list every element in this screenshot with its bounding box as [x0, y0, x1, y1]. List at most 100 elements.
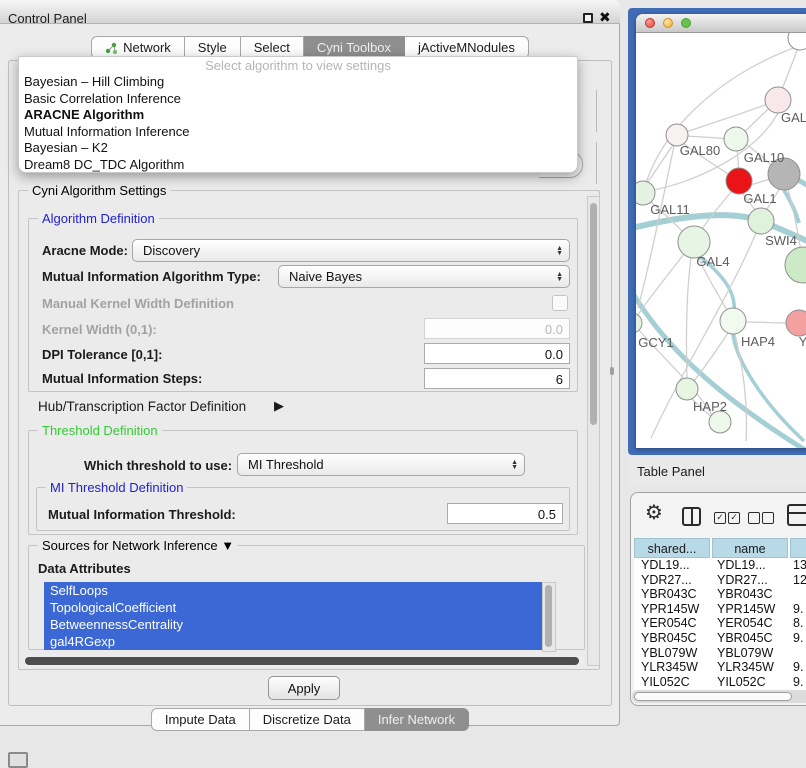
table-row[interactable]: YBR045CYBR045C9.: [634, 631, 806, 646]
network-node[interactable]: [676, 378, 698, 400]
table-cell: YBR043C: [710, 587, 786, 602]
bottom-tabbar: Impute Data Discretize Data Infer Networ…: [0, 708, 620, 731]
table-row[interactable]: YER054CYER054C8.: [634, 616, 806, 631]
node-label: GCY1: [638, 335, 673, 350]
close-icon[interactable]: ✖: [599, 9, 611, 26]
table-row[interactable]: YDL19...YDL19...13: [634, 558, 806, 573]
table-mode-icon[interactable]: [787, 504, 806, 526]
manual-kernel-checkbox[interactable]: [552, 295, 568, 311]
expand-arrow-icon[interactable]: ▶: [274, 398, 284, 414]
attributes-scrollbar-thumb[interactable]: [545, 585, 552, 647]
column-header-name[interactable]: name: [712, 538, 788, 558]
network-node[interactable]: [785, 247, 806, 283]
table-cell: YBL079W: [634, 646, 710, 661]
table-row[interactable]: YLR345WYLR345W9.: [634, 660, 806, 675]
mi-type-combo[interactable]: Naive Bayes ▲▼: [278, 265, 570, 288]
table-row[interactable]: YBL079WYBL079W: [634, 646, 806, 661]
columns-icon[interactable]: [682, 507, 701, 526]
network-node[interactable]: [786, 310, 806, 336]
algorithm-option[interactable]: Dream8 DC_TDC Algorithm: [19, 157, 577, 174]
tab-discretize-data[interactable]: Discretize Data: [250, 708, 365, 731]
zoom-traffic-light[interactable]: [681, 18, 691, 28]
network-node[interactable]: [724, 127, 748, 151]
settings-scrollbar[interactable]: [587, 196, 600, 666]
control-panel-titlebar: [0, 0, 620, 24]
data-attribute-item[interactable]: SelfLoops: [44, 582, 542, 599]
table-cell: 12: [786, 573, 806, 588]
network-view-frame: GALGAL80GAL10GAL11GAL1SWI4GAL4GCY1HAP4YH…: [628, 8, 806, 455]
settings-scrollbar-thumb[interactable]: [590, 203, 597, 425]
manual-kernel-label: Manual Kernel Width Definition: [42, 296, 234, 311]
table-row[interactable]: YPR145WYPR145W9.: [634, 602, 806, 617]
tab-infer-network[interactable]: Infer Network: [365, 708, 469, 731]
which-threshold-combo[interactable]: MI Threshold ▲▼: [237, 453, 525, 476]
column-header-shared-name[interactable]: shared...: [634, 538, 710, 558]
dpi-tolerance-label: DPI Tolerance [0,1]:: [42, 347, 162, 362]
settings-hscrollbar[interactable]: [22, 655, 584, 667]
combo-arrows-icon: ▲▼: [511, 460, 518, 470]
network-graph: GALGAL80GAL10GAL11GAL1SWI4GAL4GCY1HAP4YH…: [636, 33, 806, 448]
table-cell: 9.: [786, 675, 806, 690]
table-header-row: shared... name: [634, 538, 806, 558]
deselect-all-icon[interactable]: [748, 512, 760, 524]
select-all-icon[interactable]: ✓: [714, 512, 726, 524]
kernel-width-field[interactable]: 0.0: [424, 318, 570, 339]
network-node[interactable]: [788, 33, 806, 50]
data-attribute-item[interactable]: TopologicalCoefficient: [44, 599, 542, 616]
table-cell: YLR345W: [634, 660, 710, 675]
table-cell: 8.: [786, 616, 806, 631]
algorithm-option[interactable]: Bayesian – Hill Climbing: [19, 74, 577, 91]
float-window-icon[interactable]: [583, 13, 593, 23]
algorithm-option[interactable]: ARACNE Algorithm: [19, 107, 577, 124]
node-label: HAP4: [741, 334, 775, 349]
dpi-tolerance-field[interactable]: 0.0: [424, 343, 570, 364]
network-node[interactable]: [720, 308, 746, 334]
table-cell: YLR345W: [710, 660, 786, 675]
attributes-scrollbar[interactable]: [542, 582, 556, 652]
network-node[interactable]: [748, 208, 774, 234]
table-hscrollbar[interactable]: [632, 690, 806, 703]
panel-splitter-handle[interactable]: [610, 367, 614, 375]
table-cell: YDR27...: [634, 573, 710, 588]
close-traffic-light[interactable]: [645, 18, 655, 28]
data-attribute-item[interactable]: BetweennessCentrality: [44, 616, 542, 633]
network-tab-icon: [105, 42, 118, 54]
network-window-titlebar[interactable]: [636, 14, 806, 33]
network-node[interactable]: [709, 411, 731, 433]
table-cell: [786, 646, 806, 661]
table-cell: YBR045C: [634, 631, 710, 646]
table-row[interactable]: YIL052CYIL052C9.: [634, 675, 806, 690]
deselect-all-icon-2[interactable]: [762, 512, 774, 524]
sources-group-title: Sources for Network Inference ▼: [38, 538, 238, 553]
network-window: GALGAL80GAL10GAL11GAL1SWI4GAL4GCY1HAP4YH…: [636, 14, 806, 448]
mi-threshold-label: Mutual Information Threshold:: [48, 507, 236, 522]
minimize-traffic-light[interactable]: [663, 18, 673, 28]
algorithm-option[interactable]: Basic Correlation Inference: [19, 91, 577, 108]
network-edge: [746, 322, 787, 323]
apply-button[interactable]: Apply: [268, 676, 340, 700]
gear-icon[interactable]: ⚙: [645, 503, 663, 523]
network-canvas[interactable]: GALGAL80GAL10GAL11GAL1SWI4GAL4GCY1HAP4YH…: [636, 33, 806, 448]
select-all-icon-2[interactable]: ✓: [728, 512, 740, 524]
minimized-window-icon[interactable]: [8, 752, 28, 768]
table-row[interactable]: YBR043CYBR043C: [634, 587, 806, 602]
network-edge: [645, 145, 673, 186]
data-attribute-item[interactable]: gal4RGexp: [44, 633, 542, 650]
tab-impute-data[interactable]: Impute Data: [151, 708, 250, 731]
network-node[interactable]: [636, 313, 642, 333]
table-cell: YDR27...: [710, 573, 786, 588]
network-edge: [700, 191, 732, 232]
column-header-partial[interactable]: [790, 538, 806, 558]
table-cell: [786, 587, 806, 602]
mi-threshold-field[interactable]: 0.5: [447, 503, 563, 524]
mi-type-label: Mutual Information Algorithm Type:: [42, 269, 261, 284]
mi-steps-field[interactable]: 6: [424, 368, 570, 389]
settings-hscrollbar-thumb[interactable]: [25, 657, 579, 665]
aracne-mode-combo[interactable]: Discovery ▲▼: [132, 239, 570, 262]
algorithm-option[interactable]: Bayesian – K2: [19, 140, 577, 157]
mi-threshold-group-title: MI Threshold Definition: [46, 480, 187, 495]
collapse-arrow-icon[interactable]: ▼: [221, 538, 234, 553]
algorithm-option[interactable]: Mutual Information Inference: [19, 124, 577, 141]
table-hscrollbar-thumb[interactable]: [634, 692, 792, 701]
table-row[interactable]: YDR27...YDR27...12: [634, 573, 806, 588]
